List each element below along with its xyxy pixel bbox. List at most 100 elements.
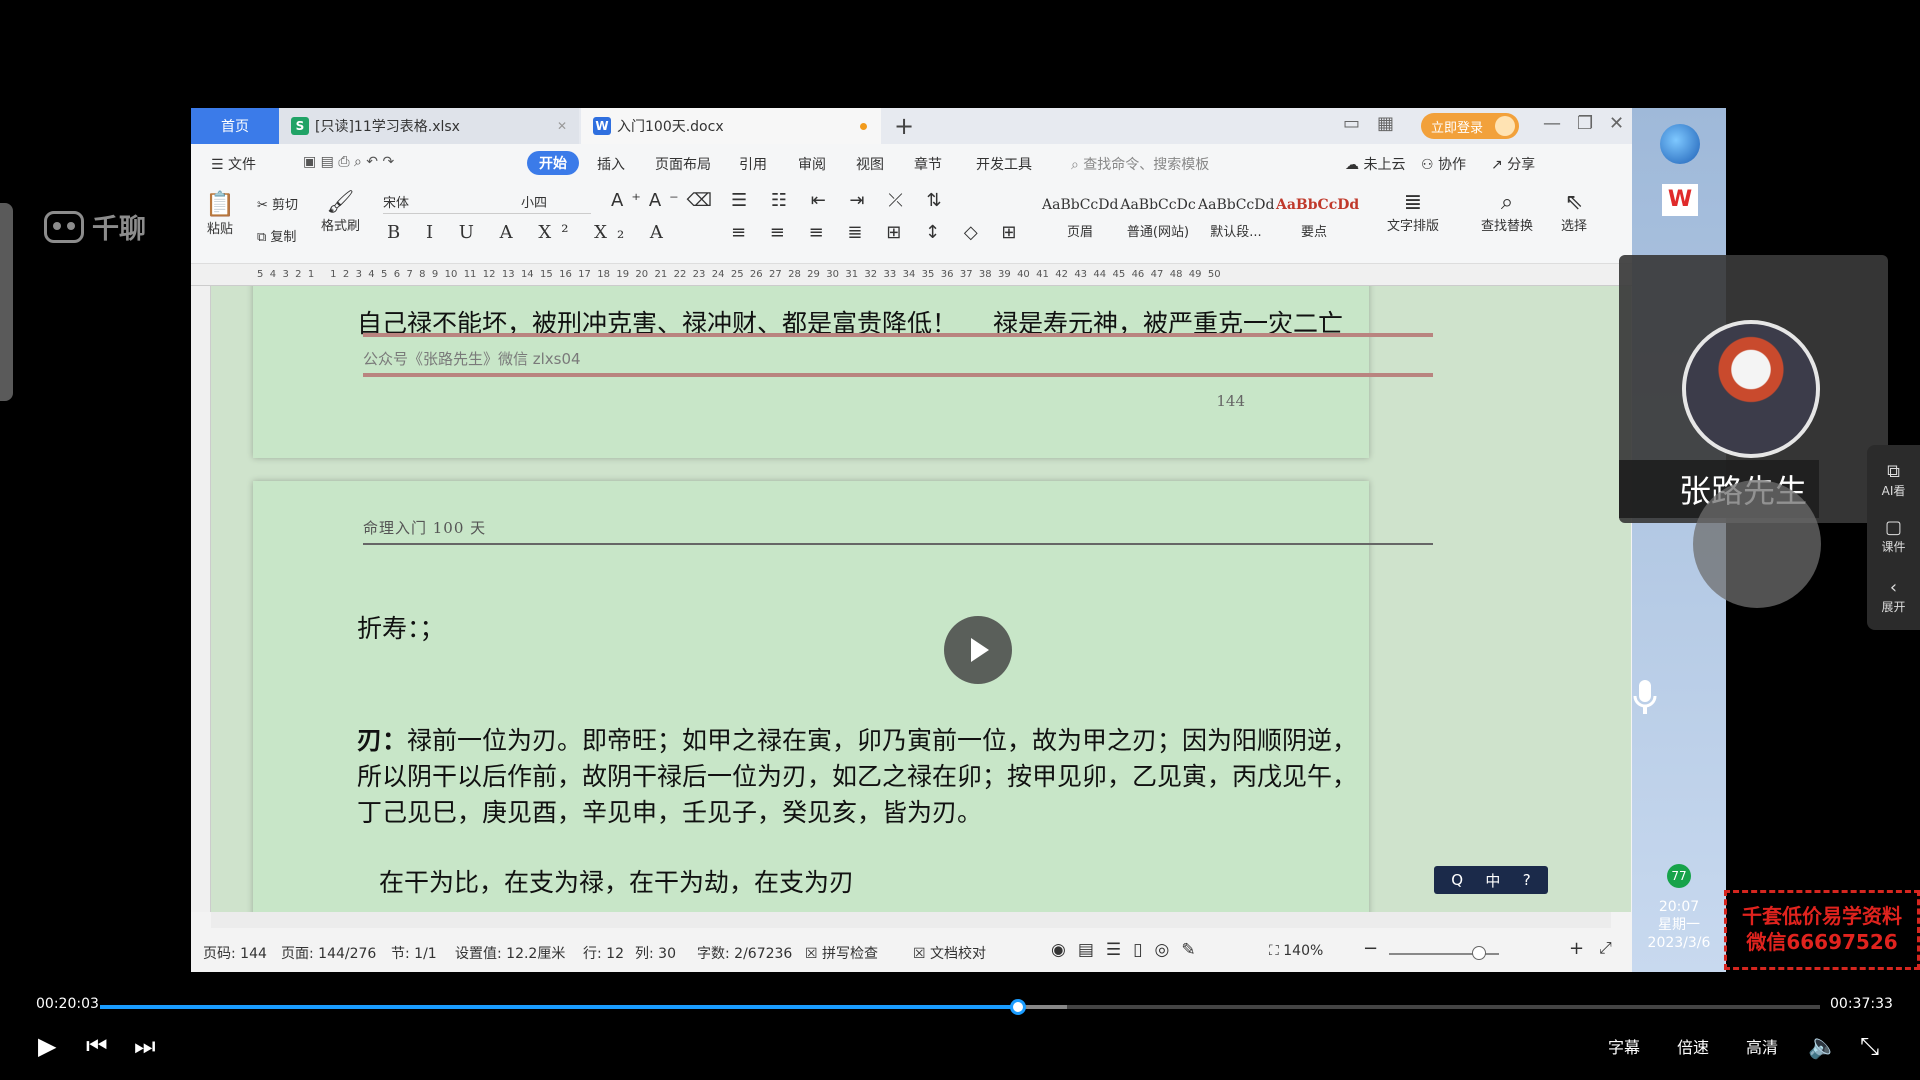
share-button[interactable]: ↗ 分享	[1491, 154, 1535, 174]
ime-toolbar[interactable]: Q 中 ?	[1434, 866, 1548, 894]
menu-review[interactable]: 审阅	[798, 154, 826, 174]
grid-icon[interactable]: ▦	[1377, 113, 1394, 134]
menu-insert[interactable]: 插入	[597, 154, 625, 174]
subtitle-button[interactable]: 字幕	[1608, 1034, 1640, 1058]
style-default-para[interactable]: AaBbCcDd 默认段...	[1197, 190, 1275, 254]
layout-icon[interactable]: ▭	[1343, 113, 1360, 134]
next-icon[interactable]: ⏭	[134, 1032, 156, 1060]
courseware-button[interactable]: ▢ 课件	[1867, 517, 1920, 555]
font-value: 宋体	[383, 196, 410, 211]
exit-fullscreen-icon[interactable]: ⤡	[1860, 1032, 1879, 1060]
close-icon[interactable]: ✕	[557, 119, 567, 133]
cloud-status[interactable]: ☁ 未上云	[1345, 154, 1405, 174]
status-col: 列: 30	[635, 946, 676, 962]
view-mode-icons[interactable]: ◉▤☰▯◎✎	[1051, 940, 1208, 960]
cursor-icon: ⇖	[1564, 190, 1584, 215]
zoom-out-icon[interactable]: −	[1363, 938, 1378, 959]
tray-clock[interactable]: 20:07 星期一 2023/3/6	[1636, 898, 1722, 952]
style-header[interactable]: AaBbCcDd 页眉	[1041, 190, 1119, 254]
previous-icon[interactable]: ⏮	[86, 1032, 108, 1060]
style-key-point[interactable]: AaBbCcDd 要点	[1275, 190, 1359, 254]
clock-date: 2023/3/6	[1647, 935, 1711, 951]
cut-button[interactable]: ✂ 剪切	[257, 194, 298, 213]
command-search[interactable]: ⌕ 查找命令、搜索模板	[1071, 154, 1209, 174]
footer-divider	[363, 373, 1433, 377]
zoom-slider-knob[interactable]	[1472, 946, 1486, 960]
style-name: 要点	[1300, 225, 1327, 240]
copy-button[interactable]: ⧉ 复制	[257, 226, 296, 245]
footer-divider	[363, 333, 1433, 337]
horizontal-ruler[interactable]: 5 4 3 2 1 1 2 3 4 5 6 7 8 9 10 11 12 13 …	[191, 264, 1632, 286]
proofread-button[interactable]: ☒ 文档校对	[913, 943, 986, 963]
wps-app-icon[interactable]: W	[1662, 184, 1698, 216]
size-value: 小四	[521, 196, 548, 211]
tab-xlsx-label: [只读]11学习表格.xlsx	[315, 119, 460, 135]
copy-label: 复制	[270, 230, 297, 245]
tab-docx[interactable]: W 入门100天.docx	[581, 108, 881, 144]
menu-references[interactable]: 引用	[739, 154, 767, 174]
alignment-tools[interactable]: ≡ ≡ ≡ ≣ ⊞ ↕ ◇ ⊞	[731, 222, 1025, 243]
menu-file[interactable]: ☰ 文件	[211, 154, 256, 174]
menu-start[interactable]: 开始	[527, 151, 579, 175]
quick-access-icons[interactable]: ▣ ▤ ⎙ ⌕ ↶ ↷	[303, 154, 394, 170]
play-icon[interactable]: ▶	[38, 1032, 56, 1060]
paste-icon: 📋	[205, 190, 235, 218]
volume-icon[interactable]: 🔈	[1808, 1032, 1838, 1060]
center-play-button[interactable]	[944, 616, 1012, 684]
tab-home-label: 首页	[221, 119, 249, 135]
style-normal-web[interactable]: AaBbCcDc 普通(网站)	[1119, 190, 1197, 254]
zoom-in-icon[interactable]: +	[1569, 938, 1584, 959]
fullscreen-icon[interactable]: ⤢	[1599, 938, 1612, 958]
document-area[interactable]: 自己禄不能坏，被刑冲克害、禄冲财、都是富贵降低！ 禄是寿元神，被严重克一灾二亡 …	[211, 286, 1631, 912]
ime-help-icon: ?	[1522, 871, 1531, 889]
find-replace-button[interactable]: ⌕ 查找替换	[1481, 190, 1533, 234]
style-name: 普通(网站)	[1126, 225, 1190, 240]
menu-developer[interactable]: 开发工具	[976, 154, 1032, 174]
horizontal-scrollbar[interactable]	[211, 912, 1611, 928]
restore-icon[interactable]: ❐	[1577, 113, 1593, 134]
spreadsheet-icon: S	[291, 117, 309, 135]
menu-layout[interactable]: 页面布局	[655, 154, 711, 174]
side-collapse-tab[interactable]	[0, 203, 13, 401]
page-145: 命理入门 100 天 折寿：； 刃：禄前一位为刃。即帝旺；如甲之禄在寅，卯乃寅前…	[253, 481, 1433, 912]
login-button[interactable]: 立即登录	[1421, 113, 1519, 139]
tab-home[interactable]: 首页	[191, 108, 279, 144]
proofread-label: 文档校对	[930, 946, 987, 962]
search-icon: ⌕	[1500, 190, 1514, 215]
status-section: 节: 1/1	[391, 946, 437, 962]
vertical-ruler[interactable]	[191, 286, 211, 912]
select-button[interactable]: ⇖ 选择	[1561, 190, 1587, 234]
tray-badge[interactable]: 77	[1667, 864, 1691, 888]
size-select[interactable]: 小四	[521, 192, 591, 214]
quality-button[interactable]: 高清	[1746, 1034, 1778, 1058]
add-tab-icon[interactable]: +	[894, 112, 914, 140]
font-size-tools[interactable]: A⁺A⁻⌫	[611, 190, 720, 211]
status-page-code: 页码: 144	[203, 946, 267, 962]
tab-xlsx[interactable]: S [只读]11学习表格.xlsx ✕	[279, 108, 579, 144]
speed-button[interactable]: 倍速	[1677, 1034, 1709, 1058]
text-format-tools[interactable]: B I U A X² X₂ A	[387, 222, 673, 243]
close-window-icon[interactable]: ✕	[1609, 113, 1624, 134]
progress-knob[interactable]	[1010, 999, 1027, 1015]
footer-note: 公众号《张路先生》微信 zlxs04	[363, 350, 581, 368]
ai-view-button[interactable]: ⧉ AI看	[1867, 461, 1920, 499]
list-tools[interactable]: ☰ ☷ ⇤ ⇥ ⤫ ⇅	[731, 190, 951, 211]
paragraph-line: 在干为比，在支为禄，在干为劫，在支为刃	[379, 868, 855, 897]
expand-button[interactable]: ‹ 展开	[1867, 577, 1920, 615]
minimize-icon[interactable]: —	[1543, 113, 1561, 134]
paste-button[interactable]: 📋 粘贴	[205, 190, 235, 237]
menu-chapter[interactable]: 章节	[914, 154, 942, 174]
ribbon: 📋 粘贴 ✂ 剪切 ⧉ 复制 🖌 格式刷 宋体 小四 B I U A X² X₂…	[191, 182, 1632, 264]
menu-view[interactable]: 视图	[856, 154, 884, 174]
format-painter-button[interactable]: 🖌 格式刷	[321, 190, 360, 234]
collab-button[interactable]: ⚇ 协作	[1421, 154, 1466, 174]
text-layout-button[interactable]: ≣ 文字排版	[1387, 190, 1439, 234]
progress-bar[interactable]	[100, 999, 1820, 1015]
microphone-bubble-icon[interactable]	[1693, 480, 1821, 608]
style-sample: AaBbCcDd	[1198, 197, 1275, 213]
font-select[interactable]: 宋体	[383, 192, 523, 214]
zoom-value[interactable]: ⛶ 140%	[1269, 943, 1323, 959]
wps-window: 首页 S [只读]11学习表格.xlsx ✕ W 入门100天.docx + ▭…	[191, 108, 1632, 972]
spell-check-button[interactable]: ☒ 拼写检查	[805, 943, 878, 963]
start-orb-icon[interactable]	[1660, 124, 1700, 164]
